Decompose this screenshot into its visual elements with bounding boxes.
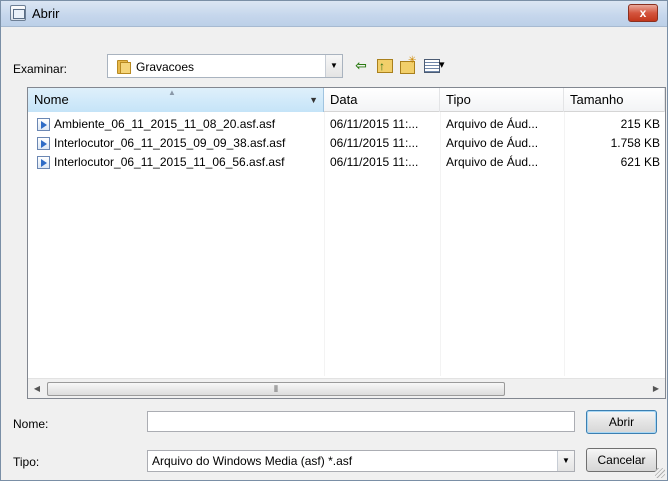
file-type: Arquivo de Áud... [446,117,539,131]
up-folder-icon[interactable] [374,56,394,75]
windows-media-file-icon [37,118,50,131]
column-header-type[interactable]: Tipo [440,88,564,112]
file-name-cell: Interlocutor_06_11_2015_09_09_38.asf.asf [37,134,322,153]
file-row[interactable]: Ambiente_06_11_2015_11_08_20.asf.asf 06/… [28,115,665,134]
chevron-down-icon[interactable]: ▼ [557,451,574,471]
list-header: Nome ▲ ▼ Data Tipo Tamanho [28,88,665,112]
views-menu-icon[interactable] [422,56,452,74]
open-file-dialog: Abrir x Examinar: Gravacoes ▼ ⇦ Nome ▲ ▼… [0,0,668,481]
horizontal-scrollbar[interactable]: ◀ ⦀ ▶ [28,378,665,398]
file-type: Arquivo de Áud... [446,155,539,169]
column-header-name-label: Nome [34,92,69,107]
file-list[interactable]: Nome ▲ ▼ Data Tipo Tamanho Ambiente_06_1… [27,87,666,399]
scroll-right-icon[interactable]: ▶ [648,381,664,397]
file-name-label: Nome: [13,417,49,431]
dialog-icon [10,5,26,21]
look-in-label: Examinar: [13,62,68,76]
file-name-cell: Interlocutor_06_11_2015_11_06_56.asf.asf [37,153,322,172]
file-name: Ambiente_06_11_2015_11_08_20.asf.asf [54,117,276,131]
column-header-size[interactable]: Tamanho [564,88,665,112]
file-date: 06/11/2015 11:... [330,117,419,131]
new-folder-icon[interactable] [398,52,418,74]
close-button[interactable]: x [628,4,658,22]
chevron-down-icon[interactable]: ▼ [325,55,342,77]
file-name: Interlocutor_06_11_2015_11_06_56.asf.asf [54,155,285,169]
look-in-value: Gravacoes [136,60,195,74]
column-header-date[interactable]: Data [324,88,440,112]
file-date: 06/11/2015 11:... [330,136,419,150]
file-date: 06/11/2015 11:... [330,155,419,169]
cancel-button[interactable]: Cancelar [586,448,657,472]
resize-grip-icon[interactable] [655,468,665,478]
sort-ascending-icon: ▲ [168,88,176,97]
file-type-label: Tipo: [13,455,40,469]
file-type-dropdown[interactable]: Arquivo do Windows Media (asf) *.asf ▼ [147,450,575,472]
open-button[interactable]: Abrir [586,410,657,434]
file-name-cell: Ambiente_06_11_2015_11_08_20.asf.asf [37,115,322,134]
file-row[interactable]: Interlocutor_06_11_2015_11_06_56.asf.asf… [28,153,665,172]
file-size: 215 KB [620,117,660,131]
column-filter-dropdown-icon[interactable]: ▼ [309,88,318,112]
file-name-input[interactable] [147,411,575,432]
title-bar[interactable]: Abrir x [1,1,667,27]
file-type-value: Arquivo do Windows Media (asf) *.asf [152,454,353,468]
windows-media-file-icon [37,137,50,150]
look-in-dropdown[interactable]: Gravacoes ▼ [107,54,343,78]
column-header-name[interactable]: Nome ▲ ▼ [28,88,324,112]
folder-icon [116,59,131,74]
file-size: 1.758 KB [610,136,660,150]
windows-media-file-icon [37,156,50,169]
file-name: Interlocutor_06_11_2015_09_09_38.asf.asf [54,136,286,150]
file-type: Arquivo de Áud... [446,136,539,150]
back-arrow-icon[interactable]: ⇦ [351,56,371,74]
file-size: 621 KB [620,155,660,169]
window-title: Abrir [32,6,60,21]
scroll-left-icon[interactable]: ◀ [29,381,45,397]
scrollbar-thumb[interactable]: ⦀ [47,382,505,396]
file-row[interactable]: Interlocutor_06_11_2015_09_09_38.asf.asf… [28,134,665,153]
